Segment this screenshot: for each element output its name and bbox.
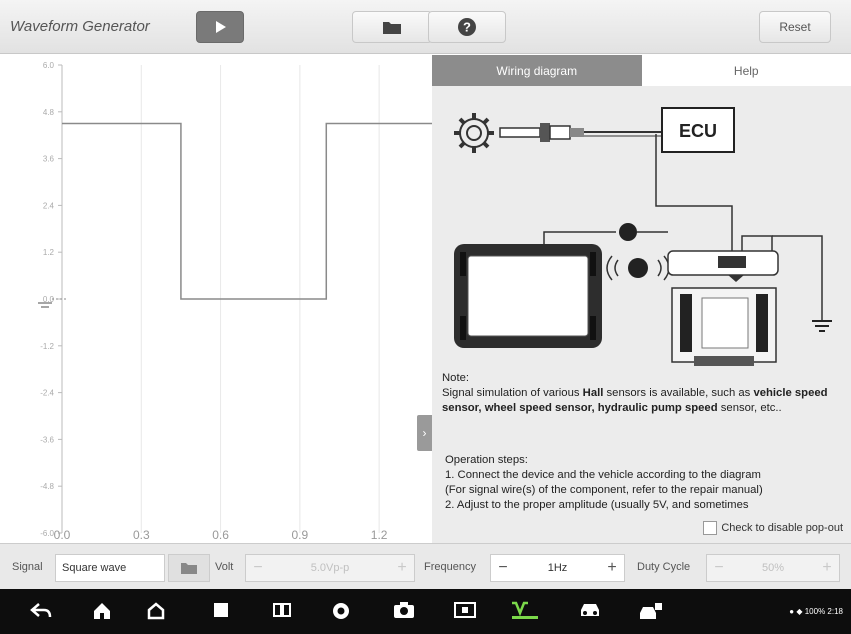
panel-collapse-handle[interactable]: ›: [417, 415, 432, 451]
app-title: Waveform Generator: [10, 18, 150, 35]
svg-text:?: ?: [463, 20, 471, 35]
car-service-icon[interactable]: [638, 601, 664, 621]
help-icon: ?: [458, 18, 476, 36]
y-tick-label: 6.0: [43, 61, 55, 70]
help-button[interactable]: ?: [428, 11, 506, 43]
duty-decrease-button[interactable]: −: [707, 559, 731, 577]
ecu-box: ECU: [661, 107, 735, 153]
note-title: Note:: [442, 372, 470, 384]
status-bar: ● ◆ 100% 2:18: [789, 607, 843, 616]
location-icon: ●: [789, 607, 795, 616]
wireless-icon: [606, 255, 670, 281]
signal-folder-button[interactable]: [168, 554, 210, 582]
open-file-button[interactable]: [352, 11, 432, 43]
y-tick-label: -2.4: [40, 389, 54, 398]
waveform-series-line: [62, 122, 432, 300]
folder-icon: [181, 563, 197, 574]
panel-tabs: Wiring diagram Help: [432, 55, 851, 86]
waveform-chart[interactable]: 6.0 4.8 3.6 2.4 1.2 0.0 -1.2 -2.4 -3.6 -4.8 -6.0 0.…: [0, 55, 432, 543]
ops-line-2: (For signal wire(s) of the component, re…: [445, 484, 763, 496]
note-text-3: sensor, etc..: [717, 402, 782, 414]
y-tick-label: 3.6: [43, 155, 55, 164]
volt-increase-button[interactable]: +: [390, 559, 414, 577]
tab-wiring-diagram[interactable]: Wiring diagram: [432, 55, 642, 86]
frequency-decrease-button[interactable]: −: [491, 559, 515, 577]
note-body: Signal simulation of various Hall sensor…: [442, 386, 847, 416]
frequency-label: Frequency: [424, 561, 476, 573]
signal-type-select[interactable]: Square wave: [55, 554, 165, 582]
info-panel: Wiring diagram Help ECU Note: Signal sim…: [432, 55, 851, 543]
y-tick-label: -4.8: [40, 482, 54, 491]
disable-popout-label: Check to disable pop-out: [721, 522, 843, 534]
y-tick-label: -3.6: [40, 435, 54, 444]
volt-stepper[interactable]: − 5.0Vp-p +: [245, 554, 415, 582]
operation-steps: Operation steps: 1. Connect the device a…: [445, 453, 850, 513]
disable-popout-option[interactable]: Check to disable pop-out: [703, 521, 843, 535]
frequency-increase-button[interactable]: +: [600, 559, 624, 577]
volt-label: Volt: [215, 561, 234, 573]
screenshot-icon[interactable]: [454, 601, 476, 619]
vcmi-device-icon: [667, 250, 779, 366]
hall-sensor-icon: [499, 123, 584, 142]
home-icon[interactable]: [92, 601, 112, 621]
x-tick-label: 1.2: [371, 528, 388, 542]
frequency-stepper[interactable]: − 1Hz +: [490, 554, 625, 582]
note-text: Note: Signal simulation of various Hall …: [442, 371, 847, 416]
note-bold-1: Hall: [582, 387, 604, 399]
play-icon: [216, 21, 226, 33]
split-screen-icon[interactable]: [272, 601, 292, 619]
wifi-icon: ◆: [796, 607, 803, 616]
y-tick-label: 1.2: [43, 248, 55, 257]
chevron-right-icon: ›: [422, 426, 427, 440]
y-tick-label: -6.0: [40, 529, 54, 538]
wiring-diagram: ECU: [454, 107, 832, 366]
waveform-chart-svg: 6.0 4.8 3.6 2.4 1.2 0.0 -1.2 -2.4 -3.6 -4.8 -6.0 0.…: [38, 61, 432, 542]
vehicle-home-icon[interactable]: [146, 601, 166, 621]
ops-title: Operation steps:: [445, 454, 528, 466]
generator-controls: Signal Square wave Volt − 5.0Vp-p + Freq…: [0, 543, 851, 589]
signal-label: Signal: [12, 561, 43, 573]
y-tick-label: 4.8: [43, 108, 55, 117]
recent-apps-icon[interactable]: [212, 601, 230, 619]
note-text-1: Signal simulation of various: [442, 387, 583, 399]
duty-increase-button[interactable]: +: [815, 559, 839, 577]
reset-button[interactable]: Reset: [759, 11, 831, 43]
play-button[interactable]: [196, 11, 244, 43]
back-icon[interactable]: [30, 601, 52, 621]
folder-icon: [383, 22, 401, 34]
volt-decrease-button[interactable]: −: [246, 559, 270, 577]
y-tick-label: -1.2: [40, 342, 54, 351]
ops-line-3: 2. Adjust to the proper amplitude (usual…: [445, 499, 749, 511]
status-text: 100% 2:18: [804, 607, 843, 616]
system-navigation-bar: ● ◆ 100% 2:18: [0, 589, 851, 634]
x-tick-label: 0.0: [54, 528, 71, 542]
duty-cycle-value: 50%: [761, 562, 785, 574]
ops-line-1: 1. Connect the device and the vehicle ac…: [445, 469, 761, 481]
duty-cycle-stepper[interactable]: − 50% +: [706, 554, 840, 582]
browser-icon[interactable]: [331, 601, 351, 621]
duty-cycle-label: Duty Cycle: [637, 561, 691, 573]
x-tick-label: 0.3: [133, 528, 150, 542]
gear-icon: [454, 113, 494, 153]
volt-value: 5.0Vp-p: [310, 562, 350, 574]
tablet-icon: [454, 244, 602, 348]
ecu-label: ECU: [679, 121, 717, 141]
y-tick-label: 2.4: [43, 201, 55, 210]
x-tick-label: 0.9: [292, 528, 309, 542]
note-text-2: sensors is available, such as: [603, 387, 754, 399]
ground-icon: [812, 320, 832, 332]
top-toolbar: Waveform Generator ? Reset: [0, 0, 851, 54]
camera-icon[interactable]: [393, 601, 415, 619]
x-tick-label: 0.6: [212, 528, 229, 542]
car-icon[interactable]: [578, 601, 602, 619]
frequency-value: 1Hz: [547, 562, 568, 574]
usb-connector-icon: [619, 223, 637, 241]
disable-popout-checkbox[interactable]: [703, 521, 718, 535]
vcmi-icon[interactable]: [510, 601, 540, 621]
tab-help[interactable]: Help: [641, 55, 851, 86]
